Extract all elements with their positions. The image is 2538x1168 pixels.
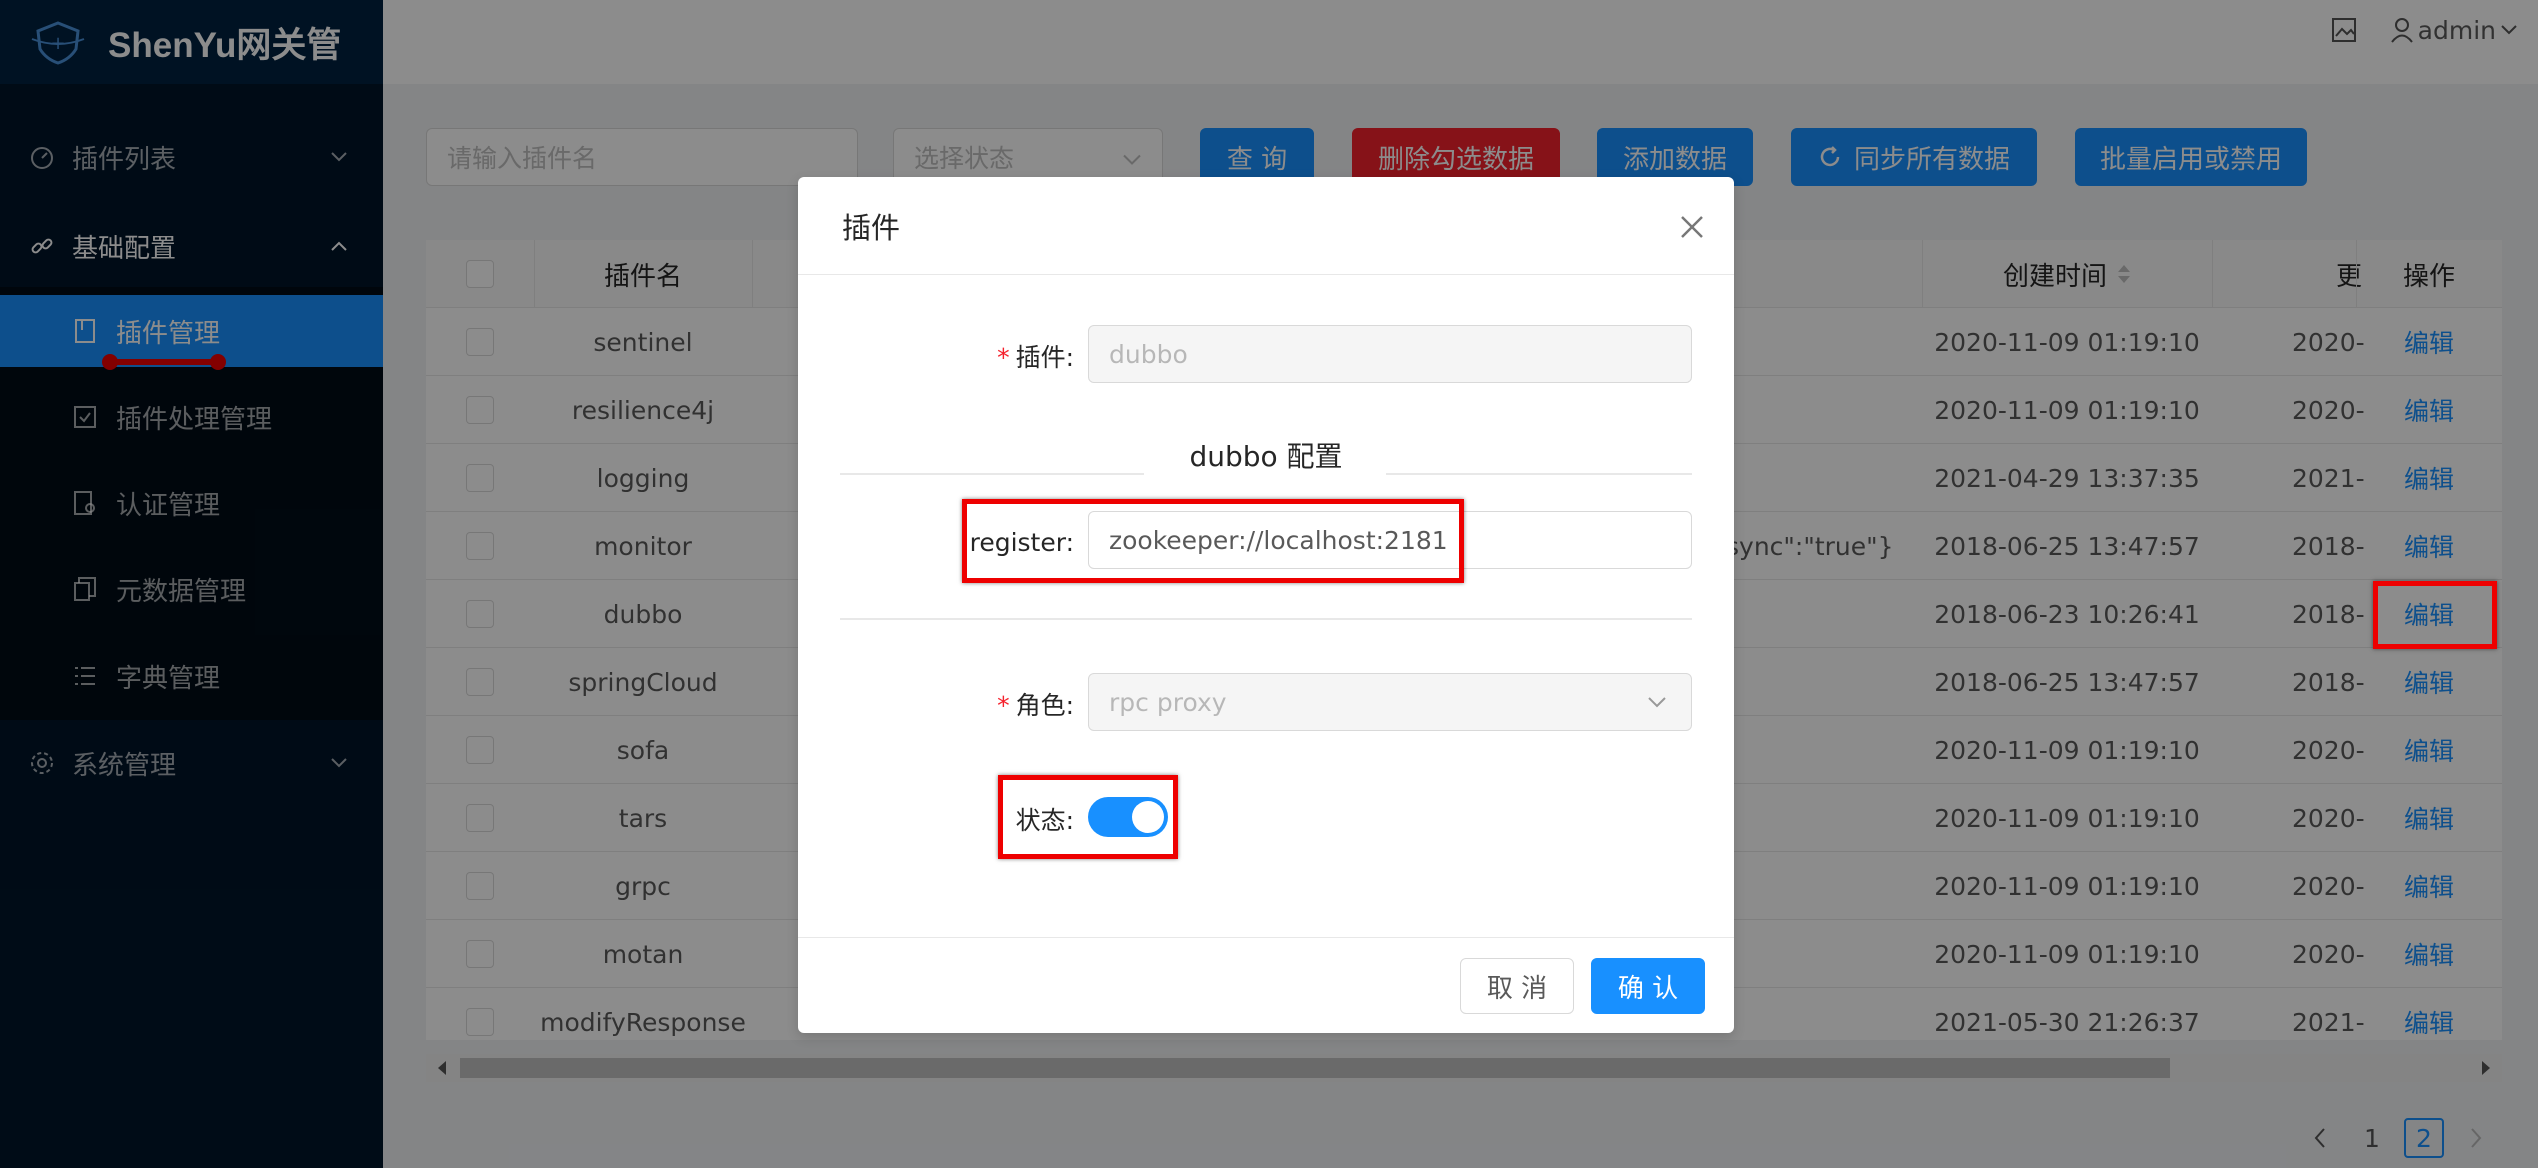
divider [840, 618, 1692, 620]
section-title: dubbo 配置 [1189, 440, 1343, 473]
plugin-label: * 插件: [997, 343, 1074, 372]
confirm-button[interactable]: 确 认 [1591, 958, 1705, 1014]
chevron-down-icon [1647, 696, 1667, 708]
close-icon[interactable] [1678, 213, 1706, 241]
modal-header: 插件 [798, 177, 1734, 275]
role-select[interactable]: rpc proxy [1088, 673, 1692, 731]
plugin-modal: 插件 * 插件: dubbo dubbo 配置 register: zookeep… [798, 177, 1734, 1033]
annotation-box-status [998, 775, 1178, 859]
cancel-button[interactable]: 取 消 [1460, 958, 1574, 1014]
modal-footer: 取 消 确 认 [798, 937, 1734, 1033]
modal-title: 插件 [842, 210, 901, 245]
role-label: * 角色: [997, 691, 1074, 720]
annotation-box-edit [2373, 581, 2497, 649]
annotation-box-register [962, 499, 1464, 583]
plugin-name-field[interactable]: dubbo [1088, 325, 1692, 383]
